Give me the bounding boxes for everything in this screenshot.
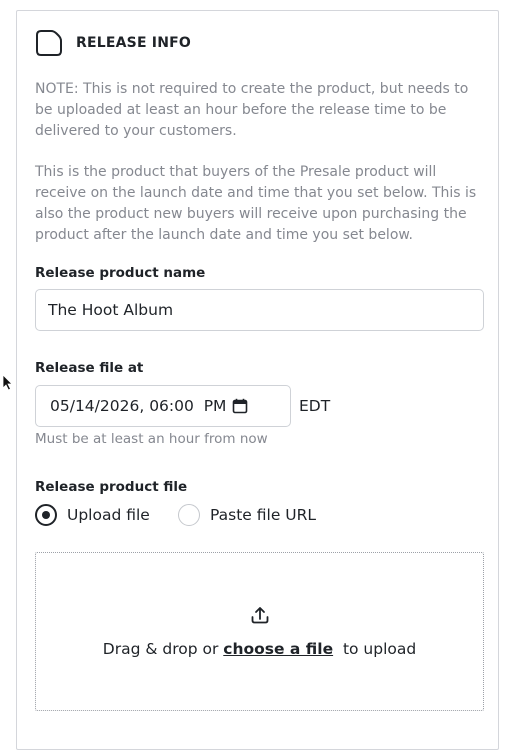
radio-unchecked-icon[interactable] <box>178 504 200 526</box>
radio-upload-file[interactable]: Upload file <box>35 504 150 526</box>
mouse-cursor-icon <box>2 374 13 391</box>
upload-icon <box>251 607 269 624</box>
file-dropzone[interactable]: Drag & drop or choose a file to upload <box>35 552 484 711</box>
dropzone-text: Drag & drop or choose a file to upload <box>36 640 483 658</box>
radio-paste-url[interactable]: Paste file URL <box>178 504 316 526</box>
release-datetime-input[interactable]: 05/14/2026, 06:00 PM <box>35 385 291 427</box>
radio-upload-file-label: Upload file <box>67 506 150 524</box>
release-time-hint: Must be at least an hour from now <box>35 431 268 447</box>
choose-file-link[interactable]: choose a file <box>223 640 333 658</box>
release-info-card: RELEASE INFO NOTE: This is not required … <box>16 10 499 750</box>
dropzone-text-before: Drag & drop or <box>102 640 224 658</box>
release-note: NOTE: This is not required to create the… <box>35 81 469 139</box>
document-icon <box>36 30 62 56</box>
release-name-label: Release product name <box>35 265 206 281</box>
dropzone-text-after: to upload <box>333 640 417 658</box>
section-header: RELEASE INFO <box>36 29 191 57</box>
release-file-label: Release product file <box>35 479 188 495</box>
calendar-icon[interactable] <box>232 398 248 414</box>
release-description: This is the product that buyers of the P… <box>35 164 477 243</box>
release-name-input[interactable] <box>35 289 484 331</box>
section-title: RELEASE INFO <box>76 35 191 51</box>
radio-checked-icon[interactable] <box>35 504 57 526</box>
timezone-label: EDT <box>299 397 331 415</box>
release-time-label: Release file at <box>35 360 144 376</box>
radio-paste-url-label: Paste file URL <box>210 506 317 524</box>
release-datetime-value: 05/14/2026, 06:00 PM <box>50 397 227 415</box>
